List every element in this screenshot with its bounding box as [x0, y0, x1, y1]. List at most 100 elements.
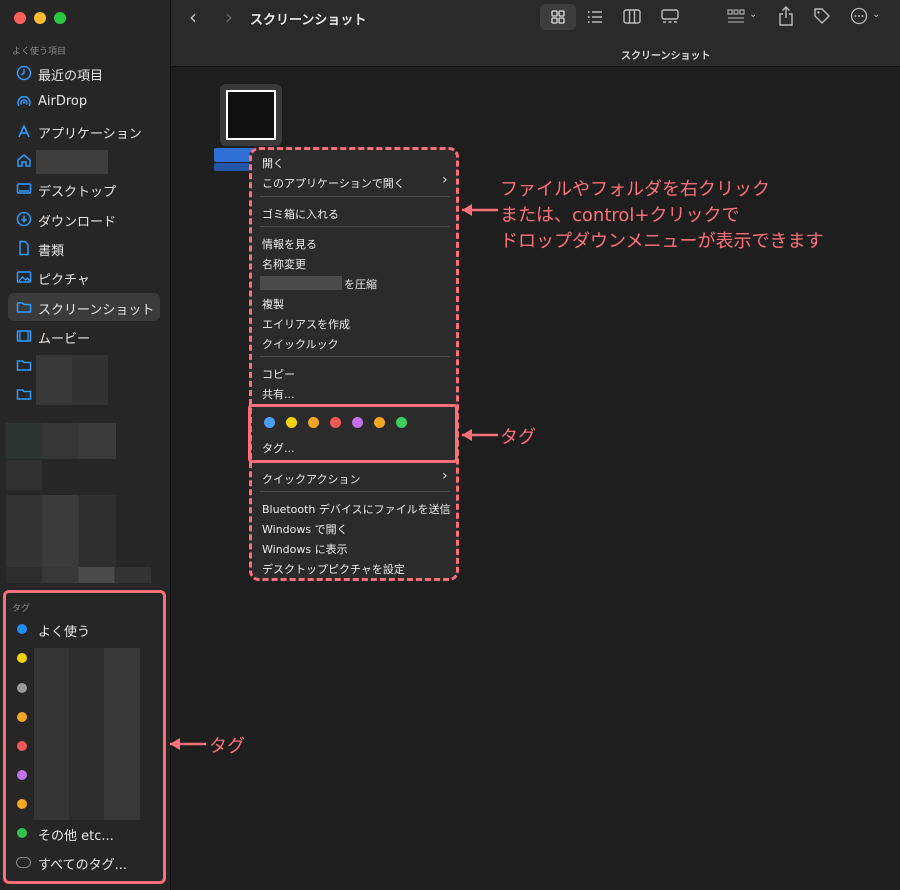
group-icon[interactable]	[727, 9, 745, 24]
menu-item-compress[interactable]: を圧縮	[344, 276, 377, 292]
redacted-filename	[260, 276, 342, 290]
tag-dot-orange	[17, 712, 27, 722]
tag-dot-orange-2	[17, 799, 27, 809]
sidebar-item-screenshots[interactable]: スクリーンショット	[8, 293, 160, 321]
tag-dot-yellow	[17, 653, 27, 663]
icon-view-button[interactable]	[540, 4, 576, 30]
sidebar-item-home[interactable]	[8, 146, 160, 174]
arrow-left-icon	[170, 738, 206, 750]
tag-color-green[interactable]	[396, 417, 407, 428]
redacted-block	[6, 495, 116, 567]
menu-item-rename[interactable]: 名称変更	[262, 256, 306, 272]
menu-separator	[260, 491, 450, 492]
folder-icon	[16, 299, 32, 315]
tag-dot-red	[17, 741, 27, 751]
menu-separator	[260, 226, 450, 227]
chevron-down-icon[interactable]: ⌄	[872, 9, 880, 20]
tag-color-red[interactable]	[330, 417, 341, 428]
tag-item-others[interactable]: その他 etc...	[38, 825, 114, 844]
sidebar-item-downloads[interactable]: ダウンロード	[8, 205, 160, 233]
menu-item-make-alias[interactable]: エイリアスを作成	[262, 316, 350, 332]
tag-item-all-tags[interactable]: すべてのタグ...	[38, 854, 127, 873]
tags-section-label: タグ	[12, 604, 31, 614]
menu-item-quick-actions[interactable]: クイックアクション	[262, 471, 360, 487]
share-icon[interactable]	[778, 6, 794, 26]
icon-view-icon	[551, 10, 565, 24]
more-icon[interactable]	[850, 7, 868, 25]
sidebar-item-label: 書類	[38, 244, 65, 259]
chevron-left-icon[interactable]: ‹	[189, 5, 197, 29]
chevron-down-icon[interactable]: ⌄	[749, 9, 757, 20]
menu-item-move-to-trash[interactable]: ゴミ箱に入れる	[262, 206, 339, 222]
sidebar-item-applications[interactable]: アプリケーション	[8, 117, 160, 145]
airdrop-icon	[16, 94, 32, 110]
menu-item-set-desktop-picture[interactable]: デスクトップピクチャを設定	[262, 561, 405, 577]
sidebar-tag-note: タグ	[209, 736, 245, 757]
desktop-icon	[16, 181, 32, 197]
sidebar-item-movies[interactable]: ムービー	[8, 322, 160, 350]
download-icon	[16, 211, 32, 227]
sidebar-item-label: ムービー	[38, 332, 91, 347]
file-name-selected-line2	[214, 163, 254, 171]
tag-color-blue[interactable]	[264, 417, 275, 428]
applications-icon	[16, 123, 32, 139]
menu-separator	[260, 196, 450, 197]
arrow-left-icon	[462, 429, 498, 441]
redacted-block	[36, 355, 108, 405]
tag-color-orange[interactable]	[308, 417, 319, 428]
tag-icon[interactable]	[813, 7, 831, 25]
tag-color-orange-2[interactable]	[374, 417, 385, 428]
sidebar-item-pictures[interactable]: ピクチャ	[8, 263, 160, 291]
menu-item-bluetooth-send[interactable]: Bluetooth デバイスにファイルを送信	[262, 501, 451, 517]
tag-color-yellow[interactable]	[286, 417, 297, 428]
chevron-right-icon[interactable]: ›	[225, 5, 233, 29]
sidebar-item-label: デスクトップ	[38, 185, 117, 200]
menu-item-get-info[interactable]: 情報を見る	[262, 236, 317, 252]
clock-icon	[16, 65, 32, 81]
menu-item-show-in-windows[interactable]: Windows に表示	[262, 541, 348, 557]
document-icon	[16, 240, 32, 256]
menu-item-copy[interactable]: コピー	[262, 366, 295, 382]
sidebar-item-desktop[interactable]: デスクトップ	[8, 175, 160, 203]
sidebar-item-label: スクリーンショット	[38, 303, 155, 318]
menu-separator	[260, 356, 450, 357]
column-view-icon[interactable]	[623, 9, 641, 24]
sidebar-item-documents[interactable]: 書類	[8, 234, 160, 262]
minimize-button[interactable]	[34, 12, 46, 24]
folder-icon	[16, 386, 32, 402]
menu-item-duplicate[interactable]: 複製	[262, 296, 284, 312]
list-view-icon[interactable]	[587, 10, 603, 24]
close-button[interactable]	[14, 12, 26, 24]
tag-item-favorite[interactable]: よく使う	[38, 621, 90, 640]
sidebar-item-label: アプリケーション	[38, 127, 142, 142]
menu-item-quick-look[interactable]: クイックルック	[262, 336, 339, 352]
toolbar: ‹ › スクリーンショット ⌄ ⌄ スクリーンショット	[171, 0, 900, 67]
menu-note-line-2: または、control+クリックで	[500, 205, 740, 226]
path-title: スクリーンショット	[621, 51, 711, 62]
sidebar-item-label: 最近の項目	[38, 69, 104, 84]
sidebar-item-recents[interactable]: 最近の項目	[8, 59, 160, 87]
menu-item-open-in-windows[interactable]: Windows で開く	[262, 521, 348, 537]
menu-note-line-1: ファイルやフォルダを右クリック	[500, 179, 770, 200]
tag-color-purple[interactable]	[352, 417, 363, 428]
favorites-section-label: よく使う項目	[12, 47, 67, 57]
redacted-tags-block	[34, 648, 140, 820]
menu-note-line-3: ドロップダウンメニューが表示できます	[500, 231, 824, 252]
gallery-view-icon[interactable]	[661, 9, 679, 24]
context-menu: 開く このアプリケーションで開く › ゴミ箱に入れる 情報を見る 名称変更 を圧…	[249, 147, 459, 581]
menu-tag-note: タグ	[500, 427, 536, 448]
file-thumbnail[interactable]	[220, 84, 282, 146]
zoom-button[interactable]	[54, 12, 66, 24]
sidebar: よく使う項目 最近の項目 AirDrop アプリケーション デスクトップ ダウン…	[0, 0, 171, 890]
menu-item-open-with[interactable]: このアプリケーションで開く	[262, 175, 405, 191]
menu-item-open[interactable]: 開く	[262, 155, 284, 171]
chevron-right-icon: ›	[442, 172, 448, 188]
menu-item-share[interactable]: 共有...	[262, 386, 295, 402]
folder-icon	[16, 357, 32, 373]
redacted-block	[6, 423, 116, 459]
sidebar-item-airdrop[interactable]: AirDrop	[8, 88, 160, 116]
all-tags-icon	[16, 857, 31, 868]
pictures-icon	[16, 269, 32, 285]
sidebar-item-label: ピクチャ	[38, 273, 90, 288]
file-name-selected[interactable]	[214, 148, 254, 162]
